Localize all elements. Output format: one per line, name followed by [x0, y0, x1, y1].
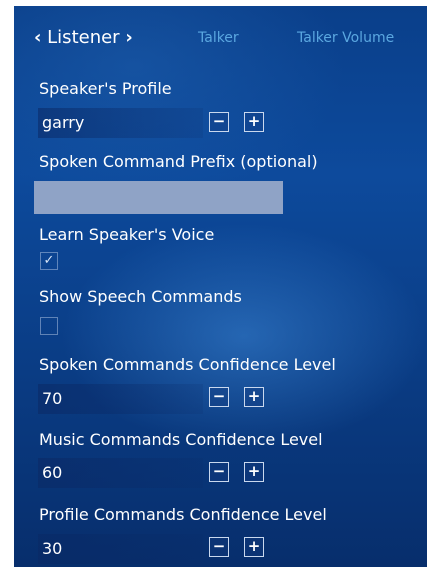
spoken-confidence-minus-button[interactable]: −: [209, 387, 229, 407]
profile-confidence-minus-button[interactable]: −: [209, 537, 229, 557]
speakers-profile-label: Speaker's Profile: [39, 79, 172, 98]
spoken-confidence-label: Spoken Commands Confidence Level: [39, 355, 336, 374]
music-confidence-plus-button[interactable]: +: [244, 462, 264, 482]
tab-listener[interactable]: ‹ Listener ›: [34, 27, 133, 48]
command-prefix-label: Spoken Command Prefix (optional): [39, 152, 318, 171]
learn-voice-label: Learn Speaker's Voice: [39, 225, 215, 244]
profile-confidence-label: Profile Commands Confidence Level: [39, 505, 327, 524]
show-commands-label: Show Speech Commands: [39, 287, 242, 306]
settings-panel: ‹ Listener › Talker Talker Volume Speake…: [14, 6, 427, 567]
music-confidence-minus-button[interactable]: −: [209, 462, 229, 482]
music-confidence-label: Music Commands Confidence Level: [39, 430, 323, 449]
show-commands-checkbox[interactable]: [40, 317, 58, 335]
music-confidence-value: 60: [38, 458, 203, 488]
speakers-profile-plus-button[interactable]: +: [244, 112, 264, 132]
tab-talker[interactable]: Talker: [198, 30, 239, 46]
speakers-profile-value: garry: [38, 108, 203, 138]
profile-confidence-plus-button[interactable]: +: [244, 537, 264, 557]
tab-listener-label: Listener: [47, 27, 120, 48]
checkmark-icon: ✓: [43, 253, 55, 268]
speakers-profile-minus-button[interactable]: −: [209, 112, 229, 132]
tab-talker-volume[interactable]: Talker Volume: [297, 30, 394, 46]
spoken-confidence-plus-button[interactable]: +: [244, 387, 264, 407]
command-prefix-input[interactable]: [34, 181, 283, 214]
profile-confidence-value: 30: [38, 534, 203, 564]
chevron-left-icon[interactable]: ‹: [34, 27, 41, 48]
spoken-confidence-value: 70: [38, 384, 203, 414]
learn-voice-checkbox[interactable]: ✓: [40, 252, 58, 270]
chevron-right-icon[interactable]: ›: [125, 27, 132, 48]
